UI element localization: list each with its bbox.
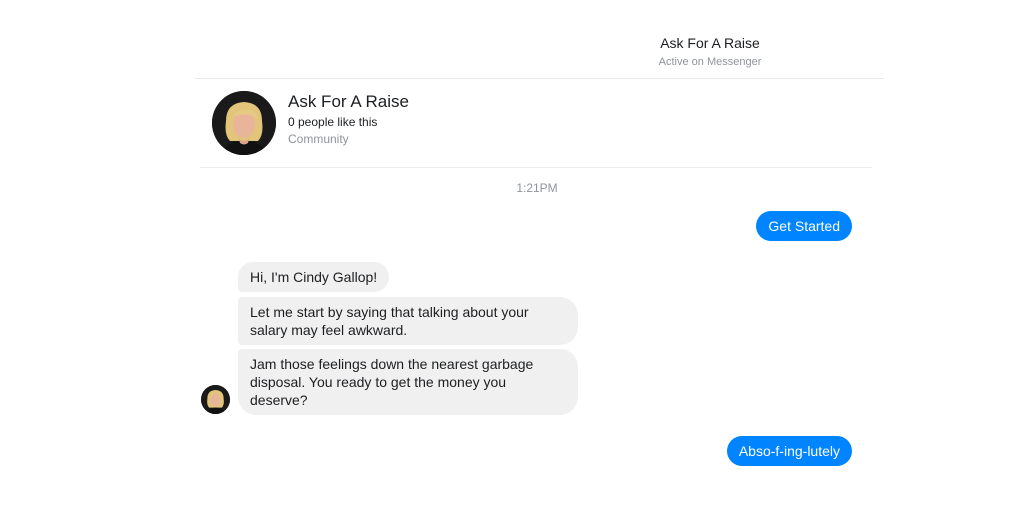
incoming-message-bubble[interactable]: Hi, I'm Cindy Gallop!	[238, 262, 390, 292]
page-category: Community	[288, 132, 349, 146]
incoming-message-bubble[interactable]: Jam those feelings down the nearest garb…	[238, 349, 578, 415]
page-avatar[interactable]	[212, 91, 276, 155]
page-info-card: Ask For A Raise 0 people like this Commu…	[200, 79, 872, 168]
timestamp-text: 1:21PM	[516, 181, 558, 195]
message-timestamp: 1:21PM	[0, 181, 1036, 195]
conversation-header: Ask For A Raise Active on Messenger	[195, 0, 884, 79]
outgoing-message-bubble[interactable]: Get Started	[756, 211, 852, 241]
header-title-block: Ask For A Raise Active on Messenger	[635, 35, 785, 69]
page-likes: 0 people like this	[288, 115, 378, 129]
active-status: Active on Messenger	[658, 56, 762, 68]
header-title[interactable]: Ask For A Raise	[635, 35, 785, 51]
page-name[interactable]: Ask For A Raise	[288, 92, 409, 112]
incoming-message-bubble[interactable]: Let me start by saying that talking abou…	[238, 297, 578, 345]
sender-avatar[interactable]	[201, 385, 230, 414]
outgoing-message-bubble[interactable]: Abso-f-ing-lutely	[726, 436, 852, 466]
